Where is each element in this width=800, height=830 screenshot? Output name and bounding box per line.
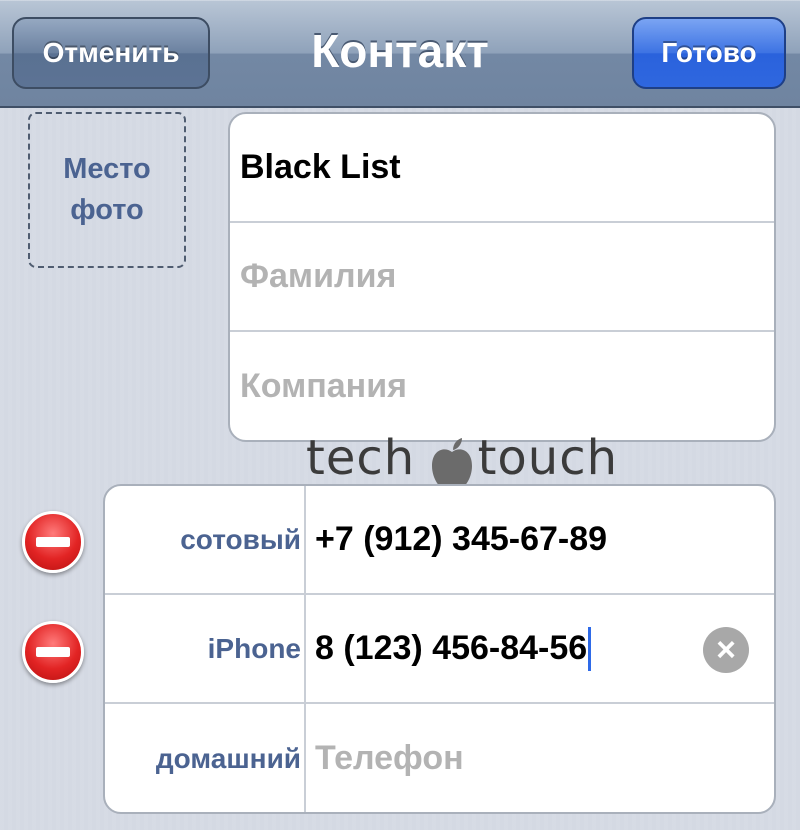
text-cursor [588, 626, 592, 671]
phone-row-iphone: iPhone 8 (123) 456-84-56 × [105, 595, 774, 704]
name-fields-group: Black List Фамилия Компания [228, 112, 776, 442]
watermark-text-right: touch [477, 430, 618, 486]
phone-type-label[interactable]: iPhone [105, 595, 301, 702]
phone-number-field[interactable]: Телефон [315, 704, 704, 812]
phone-fields-group: сотовый +7 (912) 345-67-89 iPhone 8 (123… [103, 484, 776, 814]
phone-number-text: 8 (123) 456-84-56 [315, 629, 588, 667]
phone-row-mobile: сотовый +7 (912) 345-67-89 [105, 486, 774, 595]
first-name-field[interactable]: Black List [230, 114, 774, 223]
phone-number-field-active[interactable]: 8 (123) 456-84-56 [315, 595, 704, 702]
cancel-button[interactable]: Отменить [12, 17, 210, 89]
clear-icon[interactable]: × [703, 627, 749, 673]
minus-circle-icon[interactable] [22, 511, 84, 573]
last-name-field[interactable]: Фамилия [230, 223, 774, 332]
company-field[interactable]: Компания [230, 332, 774, 440]
minus-circle-icon[interactable] [22, 621, 84, 683]
phone-row-home: домашний Телефон [105, 704, 774, 812]
add-photo-button[interactable]: Место фото [28, 112, 186, 268]
phone-number-field[interactable]: +7 (912) 345-67-89 [315, 486, 704, 593]
phone-type-label[interactable]: сотовый [105, 486, 301, 593]
navigation-bar: Отменить Контакт Готово [0, 0, 800, 108]
done-button[interactable]: Готово [632, 17, 786, 89]
watermark-text-left: tech [306, 430, 416, 486]
phone-type-label[interactable]: домашний [105, 704, 301, 812]
